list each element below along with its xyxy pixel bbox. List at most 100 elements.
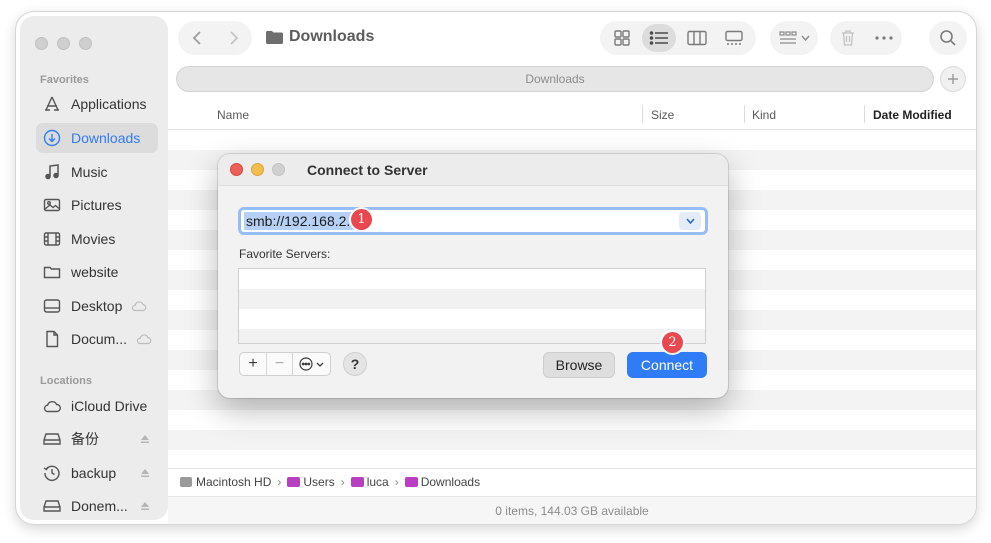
favorite-servers-list[interactable] xyxy=(238,268,706,344)
list-row xyxy=(168,450,976,464)
close-window-button[interactable] xyxy=(35,37,48,50)
sidebar-item-documents[interactable]: Docum... xyxy=(36,324,158,354)
eject-icon[interactable] xyxy=(140,468,150,478)
step-marker-1: 1 xyxy=(351,209,372,230)
sidebar-item-label: 备份 xyxy=(71,431,99,447)
view-mode-switcher xyxy=(600,21,756,55)
sidebar-item-label: Applications xyxy=(71,96,147,112)
music-icon xyxy=(42,162,62,182)
sidebar-item-downloads[interactable]: Downloads xyxy=(36,123,158,153)
recent-servers-dropdown[interactable] xyxy=(679,212,701,230)
drive-icon xyxy=(42,496,62,516)
path-item-user[interactable]: luca xyxy=(350,475,389,489)
navigation-buttons xyxy=(178,21,252,55)
path-item-users[interactable]: Users xyxy=(287,475,335,489)
server-address-value[interactable]: smb://192.168.2.1/ xyxy=(244,212,364,230)
group-by-button[interactable] xyxy=(770,21,818,55)
search-button[interactable] xyxy=(929,21,967,55)
minimize-window-button[interactable] xyxy=(57,37,70,50)
step-marker-2: 2 xyxy=(662,332,683,353)
sidebar-item-icloud-drive[interactable]: iCloud Drive xyxy=(36,391,158,421)
back-button[interactable] xyxy=(178,21,215,55)
sidebar-item-backup[interactable]: backup xyxy=(36,458,158,488)
gallery-icon xyxy=(725,30,743,45)
chevron-right-icon xyxy=(229,31,238,45)
plus-icon xyxy=(948,74,958,84)
dialog-close-button[interactable] xyxy=(230,163,243,176)
server-address-field[interactable]: smb://192.168.2.1/ xyxy=(238,207,708,235)
sidebar-item-movies[interactable]: Movies xyxy=(36,224,158,254)
chevron-down-icon xyxy=(685,218,695,224)
column-header-name[interactable]: Name xyxy=(217,108,249,122)
icon-view-button[interactable] xyxy=(605,24,639,52)
chevron-down-icon xyxy=(316,362,324,367)
locations-section-title: Locations xyxy=(40,375,92,387)
list-item xyxy=(239,269,705,289)
list-item xyxy=(239,309,705,329)
dialog-titlebar: Connect to Server xyxy=(218,154,728,186)
column-header-date-modified[interactable]: Date Modified xyxy=(873,108,952,122)
browse-button[interactable]: Browse xyxy=(543,352,615,378)
connect-to-server-dialog: Connect to Server smb://192.168.2.1/ Fav… xyxy=(218,154,728,398)
new-tab-button[interactable] xyxy=(940,66,966,92)
column-header-kind[interactable]: Kind xyxy=(752,108,776,122)
window-controls xyxy=(35,37,92,50)
sidebar-item-backup-drive[interactable]: 备份 xyxy=(36,424,158,454)
list-item xyxy=(239,289,705,309)
more-actions-button[interactable] xyxy=(874,36,893,40)
status-text: 0 items, 144.03 GB available xyxy=(495,503,649,518)
zoom-window-button[interactable] xyxy=(79,37,92,50)
connect-button[interactable]: Connect xyxy=(627,352,707,378)
sidebar-item-label: iCloud Drive xyxy=(71,398,148,414)
eject-icon[interactable] xyxy=(140,501,150,511)
path-bar: Macintosh HD › Users › luca › Downloads xyxy=(168,468,976,494)
window-title-text: Downloads xyxy=(289,28,375,45)
dialog-title: Connect to Server xyxy=(307,162,428,178)
chevron-left-icon xyxy=(192,31,201,45)
sidebar-item-website[interactable]: website xyxy=(36,257,158,287)
list-row xyxy=(168,130,976,150)
downloads-icon xyxy=(42,128,62,148)
forward-button[interactable] xyxy=(215,21,252,55)
dialog-minimize-button[interactable] xyxy=(251,163,264,176)
sidebar-item-label: Movies xyxy=(71,231,116,247)
applications-icon xyxy=(42,94,62,114)
cloud-icon xyxy=(135,333,153,345)
hard-drive-icon xyxy=(180,476,192,487)
sidebar-item-desktop[interactable]: Desktop xyxy=(36,291,158,321)
time-machine-icon xyxy=(42,463,62,483)
dialog-zoom-button xyxy=(272,163,285,176)
folder-icon xyxy=(42,262,62,282)
document-icon xyxy=(42,329,62,349)
tab-downloads[interactable]: Downloads xyxy=(176,66,934,92)
sidebar-item-pictures[interactable]: Pictures xyxy=(36,190,158,220)
sidebar-item-donem[interactable]: Donem... xyxy=(36,491,158,521)
sidebar-item-applications[interactable]: Applications xyxy=(36,89,158,119)
gallery-view-button[interactable] xyxy=(717,24,751,52)
list-view-button[interactable] xyxy=(642,24,677,52)
eject-icon[interactable] xyxy=(140,434,150,444)
trash-button[interactable] xyxy=(840,29,856,47)
sidebar-item-label: website xyxy=(71,264,119,280)
chevron-right-icon: › xyxy=(394,474,399,489)
favorites-edit-controls: + − xyxy=(239,352,331,376)
column-headers: Name Size Kind Date Modified xyxy=(168,98,976,130)
column-view-button[interactable] xyxy=(680,24,714,52)
column-divider[interactable] xyxy=(642,105,643,123)
column-divider[interactable] xyxy=(864,105,865,123)
path-item-macintosh-hd[interactable]: Macintosh HD xyxy=(180,475,271,489)
movies-icon xyxy=(42,229,62,249)
path-item-downloads[interactable]: Downloads xyxy=(404,475,480,489)
add-favorite-button[interactable]: + xyxy=(240,353,266,375)
favorite-options-button[interactable] xyxy=(292,353,330,375)
help-button[interactable]: ? xyxy=(343,352,367,376)
sidebar-item-label: Donem... xyxy=(71,498,128,514)
column-header-size[interactable]: Size xyxy=(651,108,674,122)
list-row xyxy=(168,430,976,450)
columns-icon xyxy=(687,30,707,46)
column-divider[interactable] xyxy=(744,105,745,123)
sidebar-item-music[interactable]: Music xyxy=(36,157,158,187)
remove-favorite-button[interactable]: − xyxy=(266,353,292,375)
sidebar-item-label: backup xyxy=(71,465,117,481)
folder-icon xyxy=(287,476,301,487)
